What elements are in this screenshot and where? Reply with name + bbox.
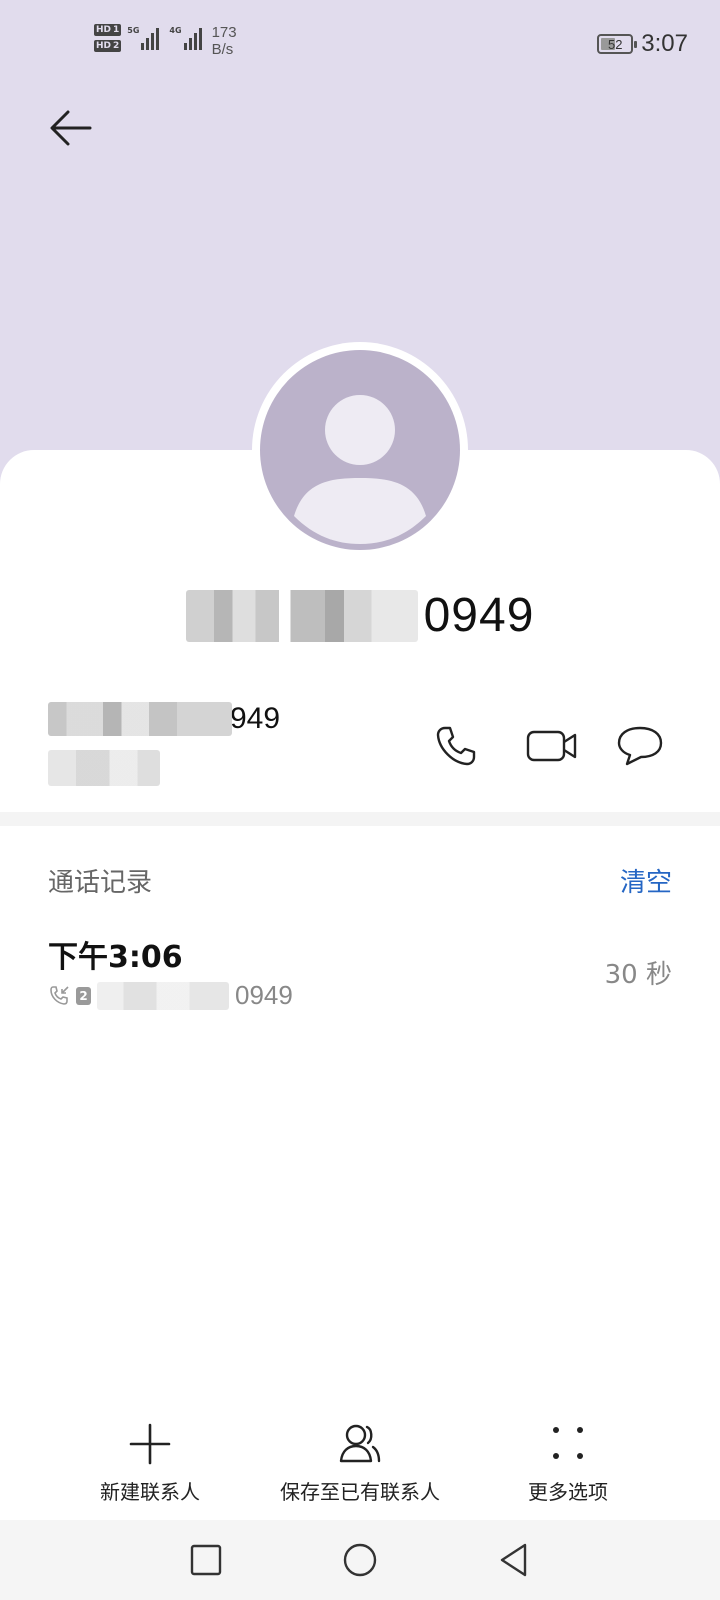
recent-apps-button[interactable] — [184, 1538, 228, 1582]
call-button[interactable] — [428, 718, 484, 774]
call-time: 下午3:06 — [48, 940, 183, 975]
nav-back-button[interactable] — [492, 1538, 536, 1582]
bottom-action-bar: 新建联系人 保存至已有联系人 更多选项 — [0, 1420, 720, 1510]
video-camera-icon — [526, 730, 577, 762]
video-call-button[interactable] — [522, 718, 582, 774]
more-dots-icon — [553, 1427, 583, 1459]
redacted-name — [185, 589, 418, 642]
person-avatar-icon — [294, 395, 426, 544]
contacts-icon — [339, 1424, 381, 1463]
call-log-title: 通话记录 — [48, 867, 153, 898]
home-button[interactable] — [338, 1538, 382, 1582]
redacted-number — [97, 981, 229, 1010]
phone-number-row: 949 — [48, 702, 672, 792]
system-nav-bar — [0, 1520, 720, 1600]
section-divider — [0, 812, 720, 826]
status-bar: HD 1 HD 2 5G 4G 173 B/s 52 3:07 — [0, 0, 720, 88]
more-options-button[interactable]: 更多选项 — [458, 1420, 678, 1505]
message-button[interactable] — [612, 718, 668, 774]
clear-button[interactable]: 清空 — [620, 862, 672, 899]
name-suffix: 0949 — [423, 589, 535, 642]
sim1-hd-badge: HD 1 — [94, 24, 122, 36]
avatar[interactable] — [252, 342, 468, 558]
chat-bubble-icon — [617, 726, 663, 766]
status-time: 3:07 — [641, 30, 688, 57]
redacted-number — [48, 702, 232, 736]
incoming-call-icon — [50, 985, 69, 1005]
phone-icon — [436, 726, 476, 766]
network-speed: 173 B/s — [211, 24, 237, 58]
call-log-header: 通话记录 清空 — [48, 862, 672, 898]
battery-icon: 52 — [597, 34, 638, 54]
sim2-signal-icon: 4G — [169, 26, 202, 50]
circle-icon — [343, 1543, 377, 1577]
redacted-location — [48, 750, 160, 786]
arrow-left-icon — [50, 110, 92, 146]
call-log-entry[interactable]: 下午3:06 2 0949 30 秒 — [48, 932, 672, 1016]
number-suffix: 949 — [230, 702, 281, 735]
new-contact-button[interactable]: 新建联系人 — [40, 1420, 260, 1505]
square-icon — [190, 1544, 222, 1576]
call-number-suffix: 0949 — [235, 980, 293, 1010]
sim2-hd-badge: HD 2 — [94, 40, 122, 52]
back-button[interactable] — [46, 102, 98, 154]
call-duration: 30 秒 — [604, 960, 672, 990]
signal-group: HD 1 HD 2 5G 4G 173 B/s — [94, 24, 237, 58]
triangle-back-icon — [500, 1543, 527, 1577]
sim2-badge: 2 — [76, 986, 91, 1005]
save-to-existing-button[interactable]: 保存至已有联系人 — [250, 1420, 470, 1505]
plus-icon — [129, 1423, 171, 1465]
sim1-signal-icon: 5G — [127, 26, 160, 50]
contact-name: 0949 — [0, 588, 720, 643]
